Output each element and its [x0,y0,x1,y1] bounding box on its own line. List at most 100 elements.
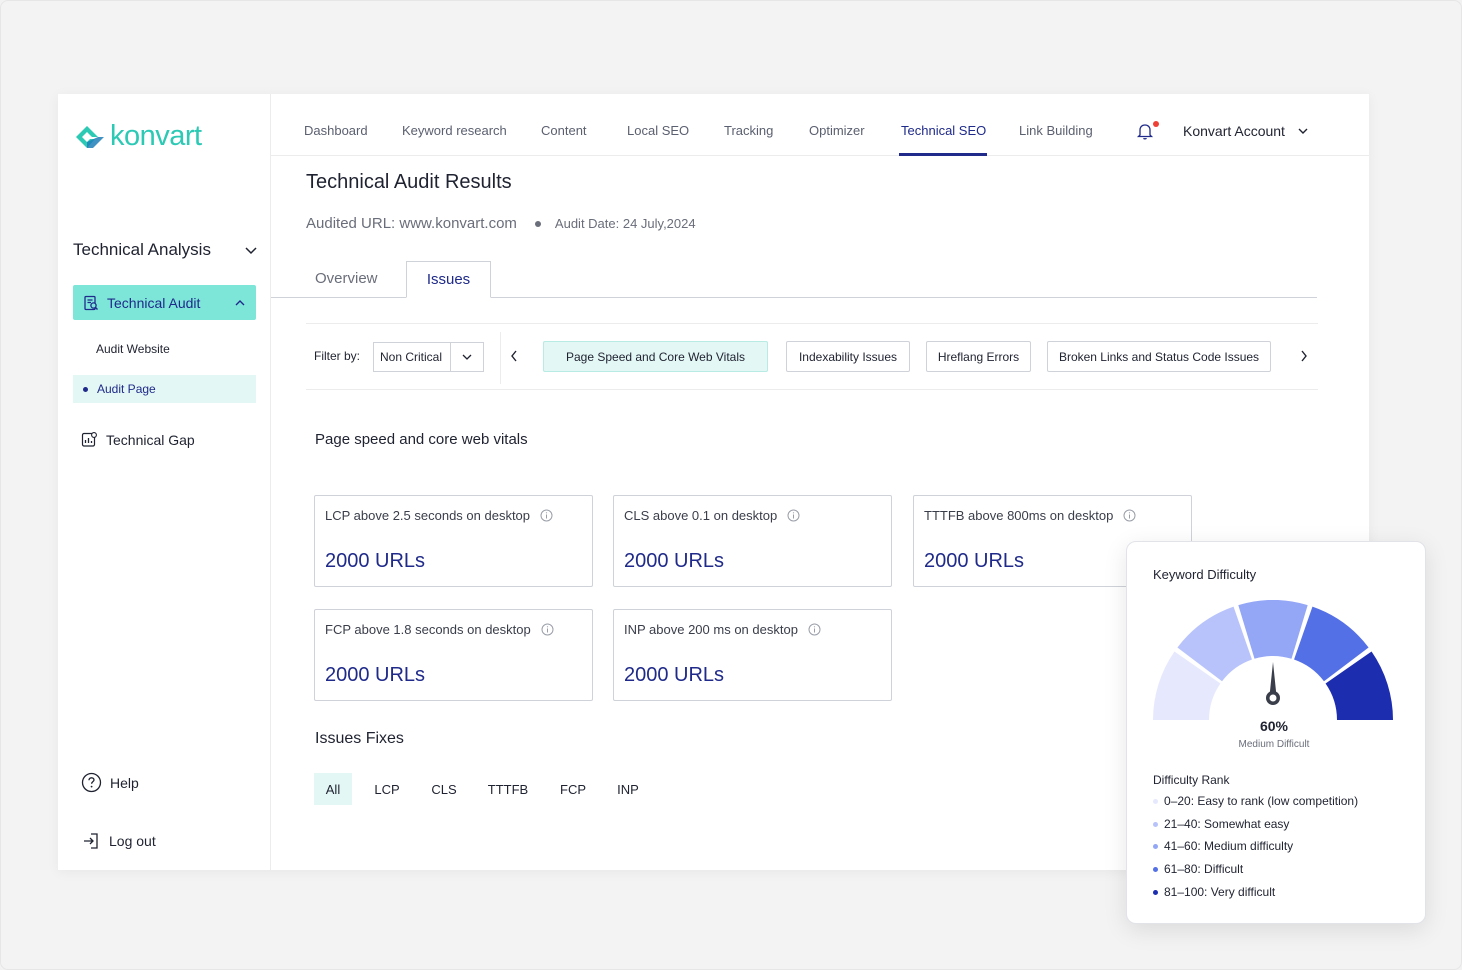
metric-title: TTTFB above 800ms on desktop [924,508,1114,523]
sidebar-item-help[interactable]: Help [81,772,139,793]
kd-rank-label: 21–40: Somewhat easy [1164,817,1290,831]
sidebar-item-logout[interactable]: Log out [81,831,156,851]
gauge-needle [1266,662,1280,705]
filter-select[interactable]: Non Critical [373,342,484,372]
filter-bar: Filter by: Non Critical Page Speed and C… [306,323,1318,390]
chevron-down-icon [1298,128,1308,134]
help-icon [81,772,102,793]
fix-tab-fcp[interactable]: FCP [552,773,594,805]
active-dot-icon [83,386,88,392]
sidebar-subitem-audit-website[interactable]: Audit Website [96,342,170,356]
audit-report-icon [84,295,98,310]
top-navigation: Dashboard Keyword research Content Local… [271,94,1369,156]
logo-text: konvart [110,120,202,152]
logo[interactable]: konvart [73,120,202,153]
metric-card-fcp[interactable]: FCP above 1.8 seconds on desktop 2000 UR… [314,609,593,701]
info-icon[interactable] [787,509,800,522]
sidebar-item-label: Log out [109,833,156,849]
sidebar-item-label: Help [110,774,139,791]
account-name: Konvart Account [1183,123,1285,139]
konvart-logo-icon [76,125,104,148]
metric-value: 2000 URLs [624,664,725,686]
kd-rank-label: 61–80: Difficult [1164,862,1244,876]
chip-broken-links[interactable]: Broken Links and Status Code Issues [1047,341,1271,372]
account-menu[interactable]: Konvart Account [1183,123,1309,139]
fix-tab-all[interactable]: All [314,773,352,805]
logout-icon [84,833,98,849]
section-heading-vitals: Page speed and core web vitals [315,431,528,448]
rank-dot-icon [1153,821,1158,827]
kd-rank-label: 41–60: Medium difficulty [1164,839,1294,853]
fix-tab-tttfb[interactable]: TTTFB [482,773,534,805]
metric-title: INP above 200 ms on desktop [624,622,798,637]
chip-page-speed[interactable]: Page Speed and Core Web Vitals [543,341,768,372]
metric-card-cls[interactable]: CLS above 0.1 on desktop 2000 URLs [613,495,892,587]
metric-value: 2000 URLs [325,550,426,572]
fix-tab-inp[interactable]: INP [610,773,646,805]
chevron-down-icon [462,354,472,360]
fix-tab-lcp[interactable]: LCP [367,773,407,805]
audit-date: Audit Date: 24 July,2024 [554,216,696,231]
active-nav-indicator [899,153,987,156]
sidebar-item-label: Technical Audit [107,294,201,311]
rank-dot-icon [1153,843,1158,849]
kd-rank-item: 41–60: Medium difficulty [1153,839,1293,853]
metric-card-lcp[interactable]: LCP above 2.5 seconds on desktop 2000 UR… [314,495,593,587]
sidebar-subitem-label: Audit Page [97,382,156,396]
kd-rank-label: 0–20: Easy to rank (low competition) [1164,794,1359,808]
metric-title: LCP above 2.5 seconds on desktop [325,508,531,523]
chip-indexability[interactable]: Indexability Issues [786,341,910,372]
nav-local-seo[interactable]: Local SEO [627,123,689,138]
nav-dashboard[interactable]: Dashboard [304,123,368,138]
chevron-left-icon[interactable] [509,349,519,363]
tab-overview[interactable]: Overview [315,270,378,287]
kd-rank-title: Difficulty Rank [1153,773,1230,787]
difficulty-gauge [1153,600,1393,720]
audit-meta: Audited URL: www.konvart.com Audit Date:… [306,215,696,232]
kd-rank-item: 61–80: Difficult [1153,862,1243,876]
filter-divider [500,332,501,384]
tab-issues[interactable]: Issues [406,261,491,298]
kd-level: Medium Difficult [1238,739,1310,750]
nav-technical-seo[interactable]: Technical SEO [901,123,986,138]
filter-label: Filter by: [314,349,361,363]
sidebar-item-technical-audit[interactable]: Technical Audit [73,285,256,320]
info-icon[interactable] [540,509,553,522]
filter-select-arrow [451,343,483,371]
nav-keyword-research[interactable]: Keyword research [402,123,507,138]
info-icon[interactable] [541,623,554,636]
keyword-difficulty-panel: Keyword Difficulty 60% Medium Difficult … [1126,541,1426,924]
section-title: Technical Analysis [73,240,211,259]
bell-icon[interactable] [1135,121,1155,141]
fix-tab-cls[interactable]: CLS [424,773,464,805]
sidebar-item-technical-gap[interactable]: Technical Gap [81,431,195,448]
info-icon[interactable] [1123,509,1136,522]
chevron-right-icon[interactable] [1299,349,1309,363]
metric-title: CLS above 0.1 on desktop [624,508,778,523]
rank-dot-icon [1153,889,1158,895]
nav-tracking[interactable]: Tracking [724,123,773,138]
chip-hreflang[interactable]: Hreflang Errors [926,341,1031,372]
sidebar-subitem-audit-page[interactable]: Audit Page [73,375,256,403]
metric-value: 2000 URLs [924,550,1025,572]
chevron-down-icon [245,247,257,255]
sidebar-item-label: Technical Gap [106,431,195,448]
separator-dot [534,220,541,227]
rank-dot-icon [1153,798,1158,804]
kd-rank-item: 21–40: Somewhat easy [1153,817,1289,831]
technical-analysis-toggle[interactable]: Technical Analysis [73,240,258,260]
metric-value: 2000 URLs [325,664,426,686]
nav-optimizer[interactable]: Optimizer [809,123,865,138]
gauge-segment [1238,600,1308,659]
kd-rank-item: 81–100: Very difficult [1153,885,1275,899]
audited-url: Audited URL: www.konvart.com [306,215,517,232]
filter-select-value: Non Critical [374,343,451,371]
kd-title: Keyword Difficulty [1153,567,1257,582]
nav-link-building[interactable]: Link Building [1019,123,1093,138]
page-title: Technical Audit Results [306,171,512,193]
info-icon[interactable] [808,623,821,636]
notification-badge [1153,121,1159,127]
rank-dot-icon [1153,866,1158,872]
metric-card-inp[interactable]: INP above 200 ms on desktop 2000 URLs [613,609,892,701]
nav-content[interactable]: Content [541,123,587,138]
